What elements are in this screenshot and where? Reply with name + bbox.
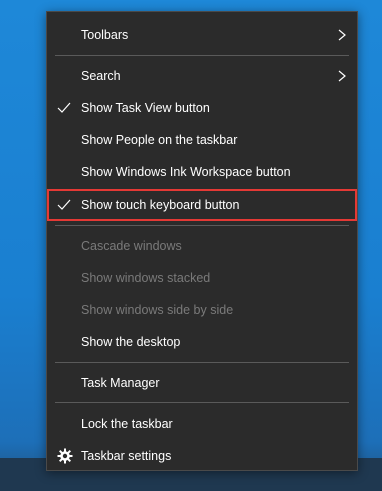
menu-item-label: Cascade windows bbox=[81, 239, 182, 253]
menu-item-show-windows-side-by-side: Show windows side by side bbox=[47, 294, 357, 326]
menu-item-label: Lock the taskbar bbox=[81, 417, 173, 431]
menu-item-show-desktop[interactable]: Show the desktop bbox=[47, 326, 357, 358]
menu-item-lock-taskbar[interactable]: Lock the taskbar bbox=[47, 408, 357, 440]
gear-icon bbox=[57, 448, 73, 464]
menu-item-show-windows-ink[interactable]: Show Windows Ink Workspace button bbox=[47, 156, 357, 188]
menu-divider bbox=[55, 225, 349, 226]
menu-item-label: Search bbox=[81, 69, 121, 83]
chevron-right-icon bbox=[338, 70, 346, 82]
menu-item-search[interactable]: Search bbox=[47, 60, 357, 92]
menu-item-task-manager[interactable]: Task Manager bbox=[47, 367, 357, 399]
menu-divider bbox=[55, 55, 349, 56]
menu-item-show-task-view-button[interactable]: Show Task View button bbox=[47, 92, 357, 124]
menu-item-label: Show touch keyboard button bbox=[81, 198, 240, 212]
menu-item-label: Show windows stacked bbox=[81, 271, 211, 285]
menu-item-taskbar-settings[interactable]: Taskbar settings bbox=[47, 440, 357, 472]
menu-item-show-touch-keyboard-button[interactable]: Show touch keyboard button bbox=[47, 189, 357, 221]
menu-divider bbox=[55, 402, 349, 403]
checkmark-icon bbox=[57, 102, 71, 113]
menu-item-show-people[interactable]: Show People on the taskbar bbox=[47, 124, 357, 156]
menu-item-show-windows-stacked: Show windows stacked bbox=[47, 262, 357, 294]
menu-item-label: Show Task View button bbox=[81, 101, 210, 115]
menu-item-toolbars[interactable]: Toolbars bbox=[47, 19, 357, 51]
menu-item-label: Taskbar settings bbox=[81, 449, 172, 463]
menu-item-label: Show the desktop bbox=[81, 335, 181, 349]
menu-item-label: Show windows side by side bbox=[81, 303, 234, 317]
menu-item-label: Show Windows Ink Workspace button bbox=[81, 165, 291, 179]
menu-item-label: Task Manager bbox=[81, 376, 160, 390]
menu-item-label: Show People on the taskbar bbox=[81, 133, 238, 147]
menu-item-label: Toolbars bbox=[81, 28, 129, 42]
taskbar-context-menu: Toolbars Search Show Task View button Sh… bbox=[46, 11, 358, 471]
menu-divider bbox=[55, 362, 349, 363]
chevron-right-icon bbox=[338, 29, 346, 41]
checkmark-icon bbox=[57, 199, 71, 210]
menu-item-cascade-windows: Cascade windows bbox=[47, 230, 357, 262]
